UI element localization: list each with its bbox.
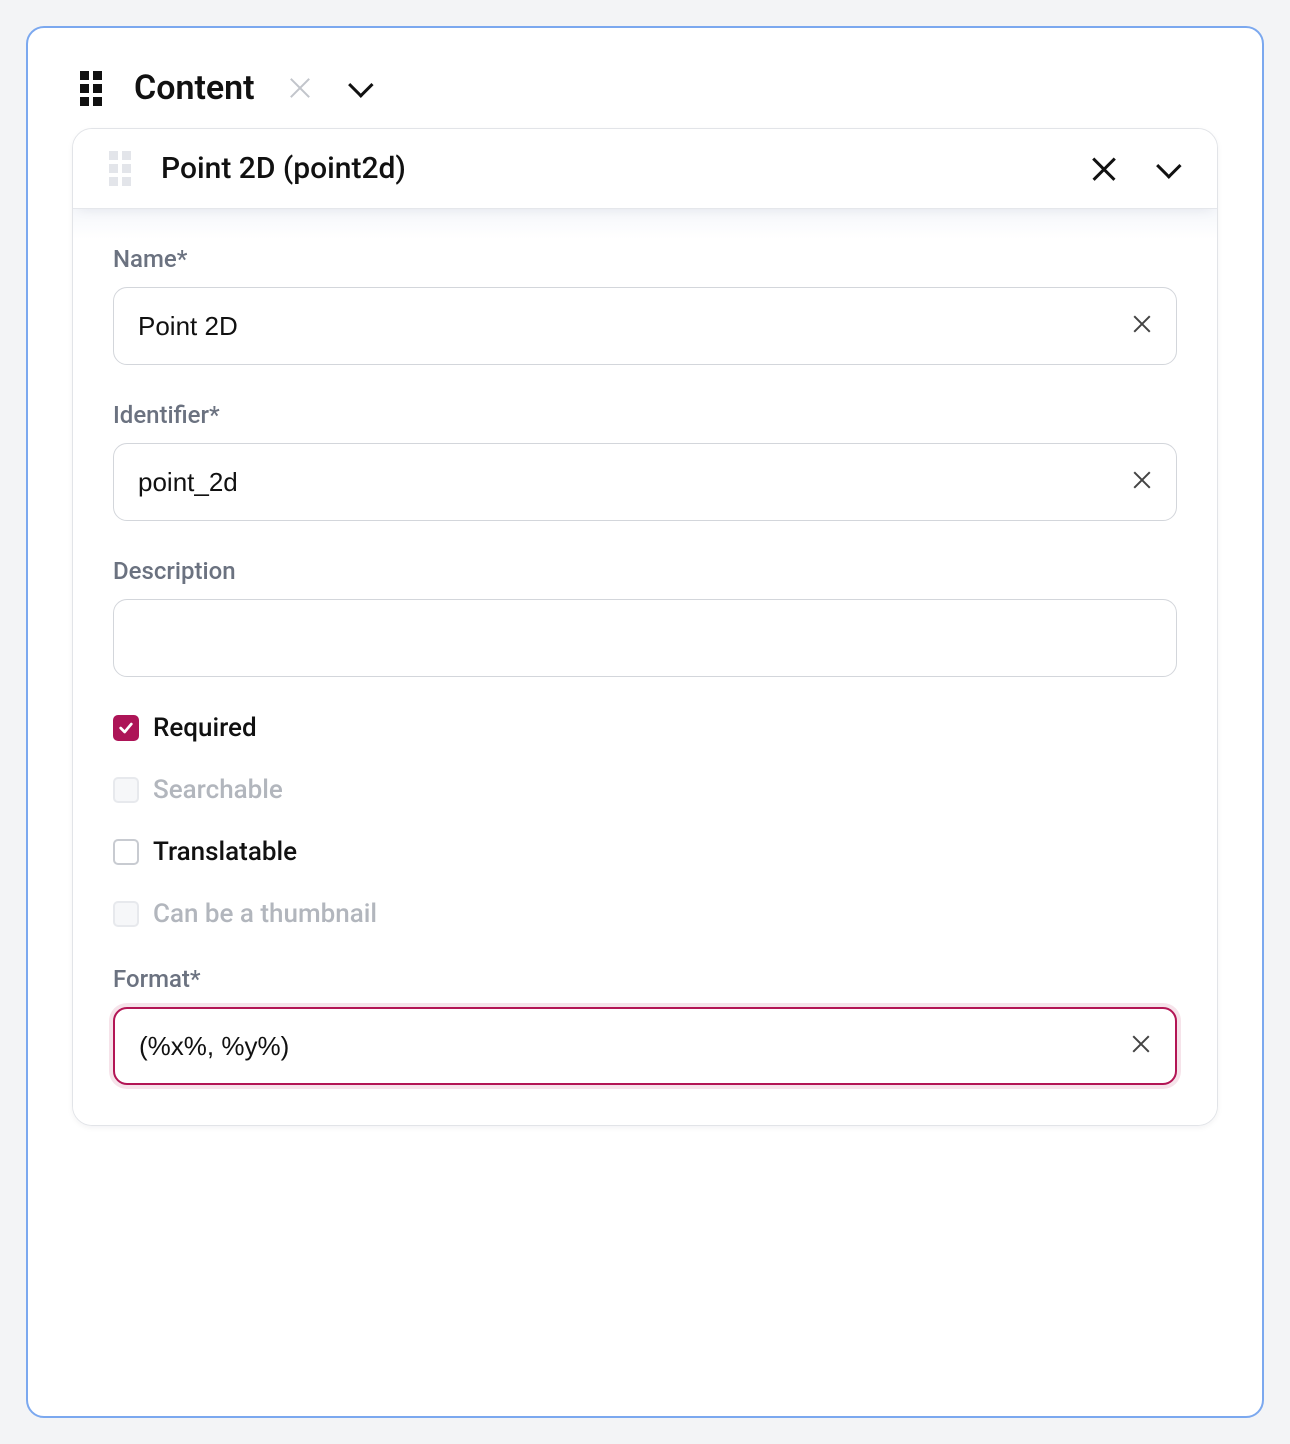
field-card-title: Point 2D (point2d) bbox=[161, 151, 1061, 186]
description-field-group: Description bbox=[113, 557, 1177, 677]
identifier-label: Identifier* bbox=[113, 401, 1177, 429]
checkbox-icon bbox=[113, 715, 139, 741]
collapse-field-icon[interactable] bbox=[1156, 153, 1181, 178]
checkbox-icon bbox=[113, 901, 139, 927]
searchable-label: Searchable bbox=[153, 775, 283, 805]
translatable-checkbox[interactable]: Translatable bbox=[113, 837, 1177, 867]
format-input[interactable] bbox=[139, 1031, 1131, 1062]
checkbox-icon bbox=[113, 777, 139, 803]
field-card: Point 2D (point2d) Name* Identifier* bbox=[72, 128, 1218, 1126]
identifier-input[interactable] bbox=[138, 467, 1132, 498]
searchable-checkbox: Searchable bbox=[113, 775, 1177, 805]
drag-handle-icon[interactable] bbox=[80, 71, 102, 106]
field-card-header: Point 2D (point2d) bbox=[73, 129, 1217, 209]
format-field-group: Format* bbox=[113, 965, 1177, 1085]
close-section-icon[interactable] bbox=[287, 75, 313, 101]
name-field-group: Name* bbox=[113, 245, 1177, 365]
name-input[interactable] bbox=[138, 311, 1132, 342]
name-label: Name* bbox=[113, 245, 1177, 273]
panel-header: Content bbox=[72, 60, 1218, 128]
clear-identifier-icon[interactable] bbox=[1132, 470, 1152, 494]
remove-field-icon[interactable] bbox=[1091, 156, 1117, 182]
format-input-wrap bbox=[113, 1007, 1177, 1085]
required-checkbox[interactable]: Required bbox=[113, 713, 1177, 743]
description-label: Description bbox=[113, 557, 1177, 585]
description-input[interactable] bbox=[138, 623, 1152, 654]
drag-handle-icon[interactable] bbox=[109, 151, 131, 186]
clear-format-icon[interactable] bbox=[1131, 1034, 1151, 1058]
identifier-field-group: Identifier* bbox=[113, 401, 1177, 521]
translatable-label: Translatable bbox=[153, 837, 297, 867]
checkbox-icon bbox=[113, 839, 139, 865]
checkbox-group: Required Searchable Translatable Can be … bbox=[113, 713, 1177, 929]
identifier-input-wrap bbox=[113, 443, 1177, 521]
description-input-wrap bbox=[113, 599, 1177, 677]
panel-title: Content bbox=[134, 68, 255, 108]
clear-name-icon[interactable] bbox=[1132, 314, 1152, 338]
field-card-body: Name* Identifier* Description bbox=[73, 209, 1217, 1125]
thumbnail-checkbox: Can be a thumbnail bbox=[113, 899, 1177, 929]
thumbnail-label: Can be a thumbnail bbox=[153, 899, 377, 929]
format-label: Format* bbox=[113, 965, 1177, 993]
content-panel: Content Point 2D (point2d) Name* Identif… bbox=[26, 26, 1264, 1418]
required-label: Required bbox=[153, 713, 257, 743]
collapse-section-icon[interactable] bbox=[348, 72, 373, 97]
name-input-wrap bbox=[113, 287, 1177, 365]
